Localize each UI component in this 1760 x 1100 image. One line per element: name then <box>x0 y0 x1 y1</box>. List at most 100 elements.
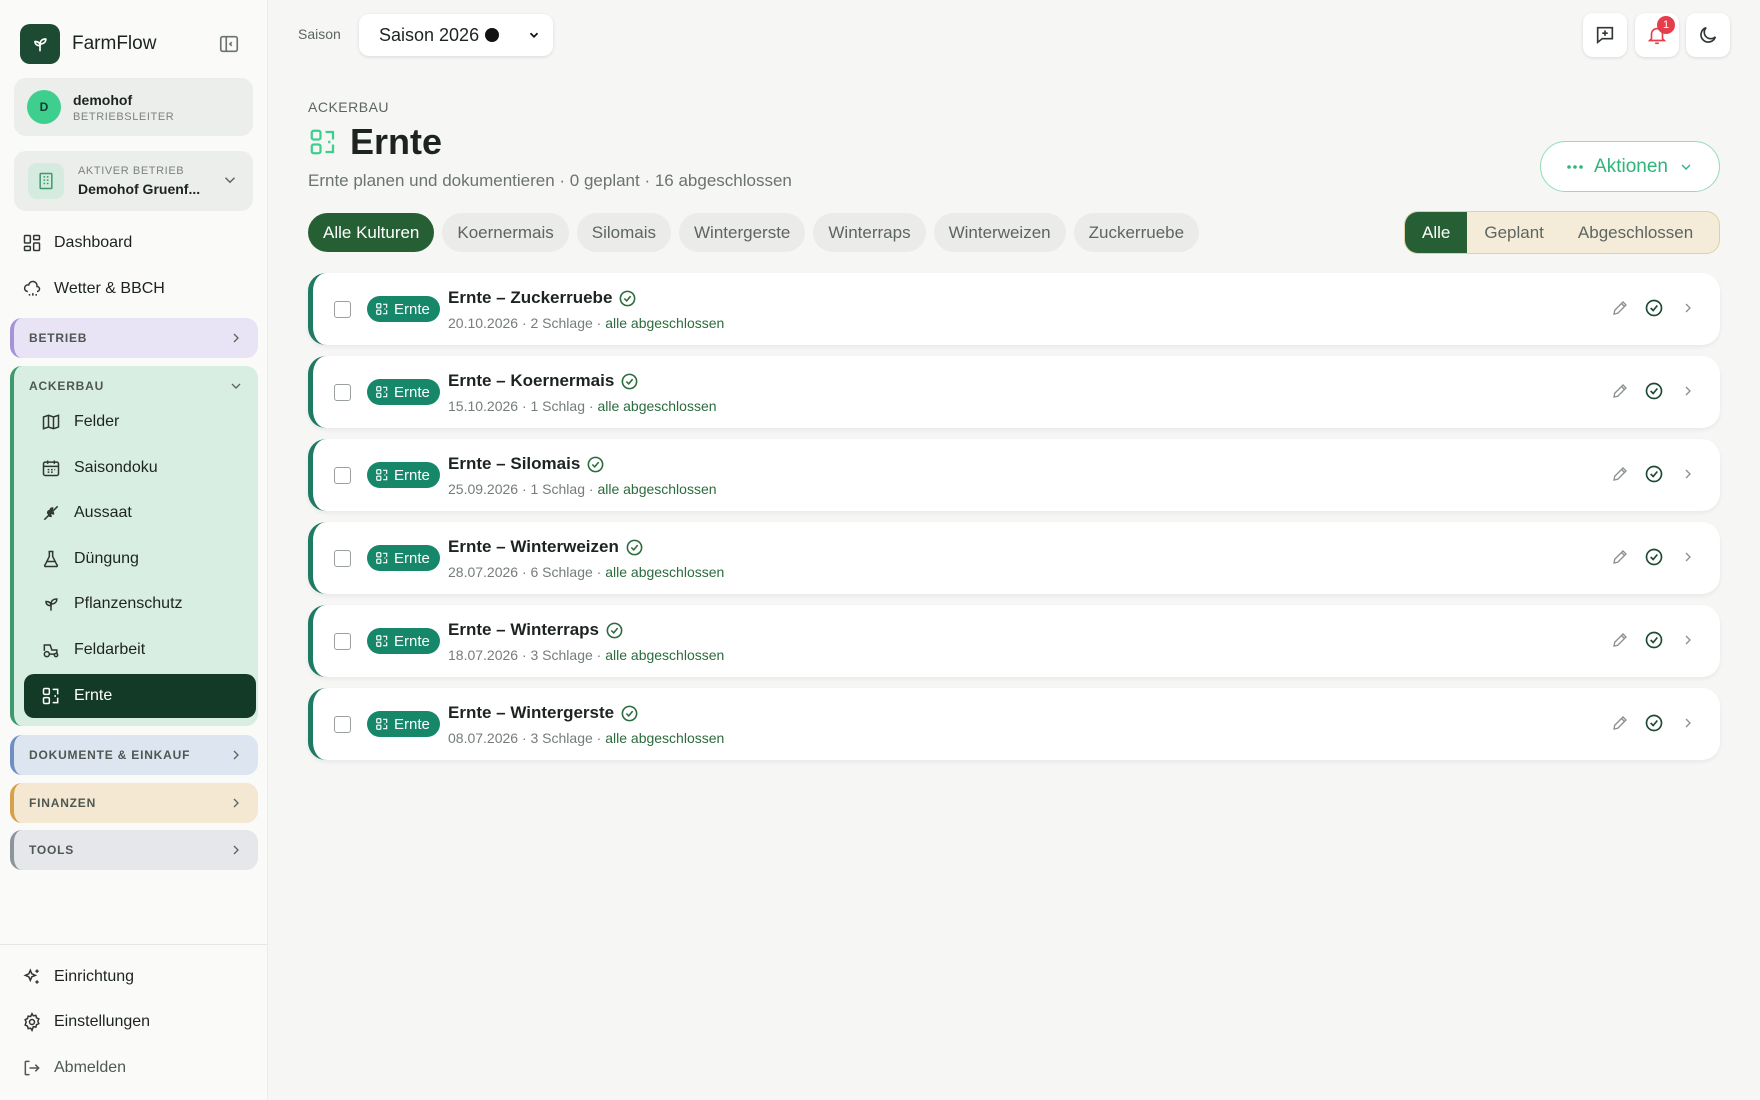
chip-winterraps[interactable]: Winterraps <box>813 213 926 252</box>
sidebar-item-pflanzenschutz[interactable]: Pflanzenschutz <box>24 582 256 626</box>
row-title: Ernte – Winterraps <box>448 620 624 640</box>
harvest-icon <box>376 386 388 398</box>
group-dokumente-header[interactable]: DOKUMENTE & EINKAUF <box>14 735 258 775</box>
status-filter-alle[interactable]: Alle <box>1405 212 1468 253</box>
sidebar-item-duengung[interactable]: Düngung <box>24 537 256 581</box>
type-badge: Ernte <box>367 628 440 654</box>
row-meta-text: 15.10.2026 · 1 Schlag · <box>448 398 594 414</box>
complete-button[interactable] <box>1644 712 1664 734</box>
sidebar-item-aussaat[interactable]: Aussaat <box>24 491 256 535</box>
complete-button[interactable] <box>1644 629 1664 651</box>
open-button[interactable] <box>1678 546 1698 568</box>
chip-alle-kulturen[interactable]: Alle Kulturen <box>308 213 435 252</box>
season-select[interactable]: Saison 2026 <box>359 14 553 56</box>
row-meta: 25.09.2026 · 1 Schlag · alle abgeschloss… <box>448 481 717 497</box>
group-dokumente[interactable]: DOKUMENTE & EINKAUF <box>10 735 258 775</box>
chip-wintergerste[interactable]: Wintergerste <box>679 213 806 252</box>
list-item[interactable]: Ernte Ernte – Zuckerruebe 20.10.2026 · 2… <box>308 273 1720 345</box>
feedback-button[interactable] <box>1583 13 1627 57</box>
status-filter-geplant[interactable]: Geplant <box>1467 212 1561 253</box>
farm-name: Demohof Gruenf... <box>78 181 201 197</box>
pencil-icon <box>1613 550 1627 564</box>
nav-settings[interactable]: Einstellungen <box>20 1004 250 1040</box>
list-item[interactable]: Ernte Ernte – Winterweizen 28.07.2026 · … <box>308 522 1720 594</box>
row-checkbox[interactable] <box>334 467 351 484</box>
check-circle-icon <box>1645 631 1663 649</box>
edit-button[interactable] <box>1610 463 1630 485</box>
row-checkbox[interactable] <box>334 633 351 650</box>
farm-switcher[interactable]: AKTIVER BETRIEB Demohof Gruenf... <box>14 151 253 211</box>
edit-button[interactable] <box>1610 380 1630 402</box>
sidebar-item-ernte[interactable]: Ernte <box>24 674 256 718</box>
sidebar-item-saisondoku[interactable]: Saisondoku <box>24 446 256 490</box>
group-finanzen-header[interactable]: FINANZEN <box>14 783 258 823</box>
complete-button[interactable] <box>1644 546 1664 568</box>
sidebar-item-feldarbeit[interactable]: Feldarbeit <box>24 628 256 672</box>
actions-button[interactable]: Aktionen <box>1540 141 1720 192</box>
complete-button[interactable] <box>1644 463 1664 485</box>
sidebar-item-felder[interactable]: Felder <box>24 400 256 444</box>
open-button[interactable] <box>1678 297 1698 319</box>
chevron-right-icon <box>233 845 239 855</box>
list-item[interactable]: Ernte Ernte – Wintergerste 08.07.2026 · … <box>308 688 1720 760</box>
list-item[interactable]: Ernte Ernte – Koernermais 15.10.2026 · 1… <box>308 356 1720 428</box>
group-tools-header[interactable]: TOOLS <box>14 830 258 870</box>
row-meta: 08.07.2026 · 3 Schlage · alle abgeschlos… <box>448 730 724 746</box>
group-betrieb-header[interactable]: BETRIEB <box>14 318 258 358</box>
sidebar-collapse-button[interactable] <box>218 32 242 56</box>
user-card[interactable]: D demohof BETRIEBSLEITER <box>14 78 253 136</box>
group-tools[interactable]: TOOLS <box>10 830 258 870</box>
nav-logout-label: Abmelden <box>54 1059 127 1076</box>
group-betrieb[interactable]: BETRIEB <box>10 318 258 358</box>
chip-winterweizen[interactable]: Winterweizen <box>933 213 1066 252</box>
edit-button[interactable] <box>1610 629 1630 651</box>
open-button[interactable] <box>1678 380 1698 402</box>
complete-button[interactable] <box>1644 380 1664 402</box>
harvest-icon <box>376 635 388 647</box>
row-checkbox[interactable] <box>334 550 351 567</box>
open-button[interactable] <box>1678 629 1698 651</box>
notifications-button[interactable]: 1 <box>1635 13 1679 57</box>
chip-koernermais[interactable]: Koernermais <box>442 213 569 252</box>
nav-setup[interactable]: Einrichtung <box>20 959 250 995</box>
row-checkbox[interactable] <box>334 301 351 318</box>
nav-weather[interactable]: Wetter & BBCH <box>20 271 250 307</box>
row-title: Ernte – Zuckerruebe <box>448 288 637 308</box>
type-badge: Ernte <box>367 711 440 737</box>
row-meta: 20.10.2026 · 2 Schlage · alle abgeschlos… <box>448 315 724 331</box>
edit-button[interactable] <box>1610 546 1630 568</box>
row-title-text: Ernte – Wintergerste <box>448 703 615 722</box>
type-badge: Ernte <box>367 462 440 488</box>
chevron-right-icon <box>1685 469 1691 479</box>
row-checkbox[interactable] <box>334 384 351 401</box>
season-dot <box>485 28 500 42</box>
chevron-right-icon <box>1685 552 1691 562</box>
edit-button[interactable] <box>1610 712 1630 734</box>
chip-zuckerruebe[interactable]: Zuckerruebe <box>1073 213 1200 252</box>
group-finanzen[interactable]: FINANZEN <box>10 783 258 823</box>
row-status: alle abgeschlossen <box>605 564 725 580</box>
row-checkbox[interactable] <box>334 716 351 733</box>
open-button[interactable] <box>1678 712 1698 734</box>
nav-dashboard[interactable]: Dashboard <box>20 225 250 261</box>
notification-badge: 1 <box>1657 16 1675 34</box>
harvest-icon <box>310 129 335 155</box>
status-filter-abgeschlossen[interactable]: Abgeschlossen <box>1561 212 1710 253</box>
list-item[interactable]: Ernte Ernte – Silomais 25.09.2026 · 1 Sc… <box>308 439 1720 511</box>
list-item[interactable]: Ernte Ernte – Winterraps 18.07.2026 · 3 … <box>308 605 1720 677</box>
chip-silomais[interactable]: Silomais <box>576 213 672 252</box>
complete-button[interactable] <box>1644 297 1664 319</box>
type-badge: Ernte <box>367 379 440 405</box>
nav-logout[interactable]: Abmelden <box>20 1050 250 1086</box>
harvest-icon <box>376 469 388 481</box>
group-tools-label: TOOLS <box>29 843 75 857</box>
theme-toggle-button[interactable] <box>1686 13 1730 57</box>
check-circle-icon <box>1645 714 1663 732</box>
edit-button[interactable] <box>1610 297 1630 319</box>
type-badge-label: Ernte <box>394 715 430 733</box>
sparkles-icon <box>20 965 44 989</box>
row-title: Ernte – Koernermais <box>448 371 639 391</box>
open-button[interactable] <box>1678 463 1698 485</box>
check-circle-icon <box>587 456 604 472</box>
chevron-right-icon <box>1685 718 1691 728</box>
